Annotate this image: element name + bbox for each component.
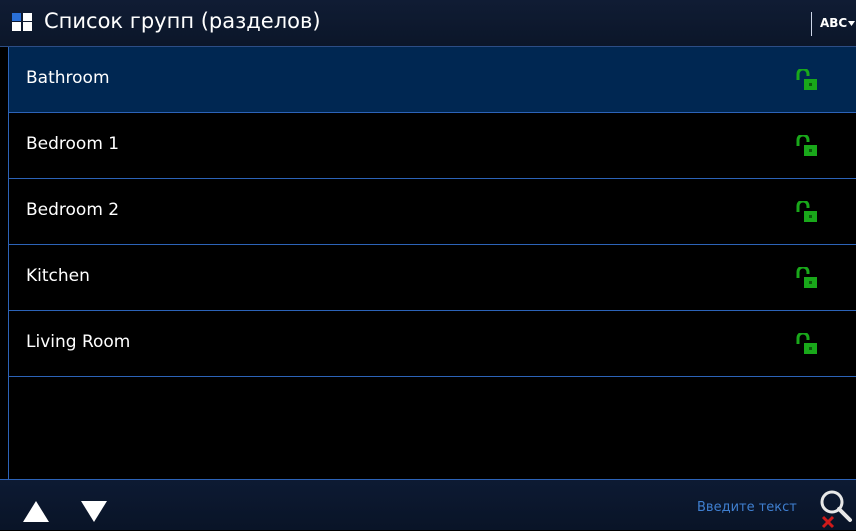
unlocked-padlock-icon <box>796 333 817 354</box>
unlocked-padlock-icon <box>796 69 817 90</box>
bottom-toolbar: Введите текст <box>0 479 856 530</box>
search-input[interactable]: Введите текст <box>697 500 797 515</box>
search-clear-icon[interactable] <box>817 487 853 531</box>
partition-list: Bathroom Bedroom 1 Bedroom 2 Kitchen Liv… <box>8 47 856 479</box>
list-item[interactable]: Kitchen <box>9 245 856 311</box>
list-item[interactable]: Bedroom 1 <box>9 113 856 179</box>
list-item[interactable]: Bathroom <box>9 47 856 113</box>
keyboard-mode-label: ABC <box>820 16 848 30</box>
keyboard-mode-button[interactable]: ABC <box>820 16 856 30</box>
unlocked-padlock-icon <box>796 267 817 288</box>
divider <box>811 12 812 36</box>
list-item-label: Bedroom 2 <box>26 200 120 220</box>
arrow-down-icon[interactable] <box>81 501 107 522</box>
list-item[interactable]: Living Room <box>9 311 856 377</box>
list-item-label: Kitchen <box>26 266 90 286</box>
list-item[interactable]: Bedroom 2 <box>9 179 856 245</box>
unlocked-padlock-icon <box>796 135 817 156</box>
partitions-grid-icon <box>12 13 33 33</box>
list-item-label: Bedroom 1 <box>26 134 120 154</box>
chevron-down-icon <box>848 20 856 26</box>
list-item-label: Bathroom <box>26 68 110 88</box>
unlocked-padlock-icon <box>796 201 817 222</box>
page-title: Список групп (разделов) <box>44 9 321 33</box>
title-bar: Список групп (разделов) ABC <box>0 0 856 47</box>
arrow-up-icon[interactable] <box>23 501 49 522</box>
list-item-label: Living Room <box>26 332 131 352</box>
